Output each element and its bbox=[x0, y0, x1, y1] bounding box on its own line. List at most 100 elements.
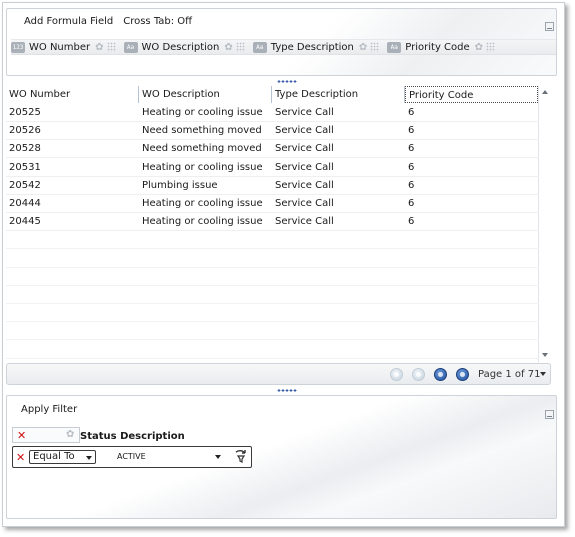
field-chip-type-description[interactable]: Aa Type Description ✿ bbox=[252, 40, 384, 54]
field-chip-label: Priority Code bbox=[405, 41, 470, 53]
table-cell: 20526 bbox=[9, 125, 41, 137]
table-cell: Heating or cooling issue bbox=[142, 161, 263, 173]
table-cell: Service Call bbox=[275, 216, 334, 228]
splitter-handle-top[interactable] bbox=[277, 80, 297, 83]
table-row[interactable]: 20531 Heating or cooling issue Service Cal… bbox=[6, 159, 539, 177]
first-page-icon[interactable] bbox=[390, 368, 403, 381]
table-cell: 6 bbox=[408, 125, 415, 137]
text-type-icon: Aa bbox=[123, 41, 138, 53]
pager-bar: Page 1 of 71 bbox=[6, 363, 551, 385]
table-cell: 20531 bbox=[9, 161, 41, 173]
field-chip-wo-number[interactable]: 123 WO Number ✿ bbox=[11, 40, 120, 54]
table-cell: 20542 bbox=[9, 179, 41, 191]
table-cell: 6 bbox=[408, 143, 415, 155]
drag-handle-icon[interactable] bbox=[235, 42, 245, 52]
table-row[interactable]: 20444 Heating or cooling issue Service Cal… bbox=[6, 195, 539, 213]
table-cell: Heating or cooling issue bbox=[142, 216, 263, 228]
table-cell: Service Call bbox=[275, 179, 334, 191]
grid-header: WO Number WO Description Type Descriptio… bbox=[6, 86, 539, 103]
empty-row bbox=[6, 322, 539, 341]
scroll-up-arrow-icon[interactable] bbox=[542, 90, 548, 94]
drag-handle-icon[interactable] bbox=[486, 42, 496, 52]
empty-row bbox=[6, 286, 539, 304]
gear-icon[interactable]: ✿ bbox=[224, 42, 232, 53]
gear-icon[interactable]: ✿ bbox=[95, 42, 103, 53]
table-cell: 20444 bbox=[9, 198, 41, 209]
cross-tab-toggle[interactable]: Cross Tab: Off bbox=[123, 16, 192, 27]
operator-value: Equal To bbox=[33, 451, 75, 462]
fields-panel: Add Formula Field Cross Tab: Off 123 WO … bbox=[6, 8, 557, 76]
table-cell: 6 bbox=[408, 179, 415, 191]
table-cell: Need something moved bbox=[142, 143, 262, 155]
previous-page-icon[interactable] bbox=[412, 368, 425, 381]
scroll-down-arrow-icon[interactable] bbox=[542, 353, 548, 357]
chevron-down-icon[interactable] bbox=[540, 372, 546, 376]
remove-condition-icon[interactable]: ✕ bbox=[16, 452, 25, 463]
next-page-icon[interactable] bbox=[434, 368, 447, 381]
filter-panel: Apply Filter ✕ ✿ Status Description ✕ Eq… bbox=[6, 395, 557, 519]
gear-icon[interactable]: ✿ bbox=[66, 429, 74, 440]
collapse-fields-icon[interactable] bbox=[545, 22, 554, 31]
table-cell: Service Call bbox=[275, 143, 334, 155]
field-chip-wo-description[interactable]: Aa WO Description ✿ bbox=[123, 40, 249, 54]
table-row[interactable]: 20526 Need something moved Service Call 6 bbox=[6, 122, 539, 141]
chevron-down-icon bbox=[86, 456, 92, 460]
empty-row bbox=[6, 304, 539, 323]
filter-field-slot[interactable]: ✕ ✿ bbox=[12, 427, 80, 443]
table-row[interactable]: 20528 Need something moved Service Call 6 bbox=[6, 140, 539, 159]
value-select[interactable]: ACTIVE bbox=[109, 450, 227, 464]
empty-row bbox=[6, 231, 539, 250]
table-row[interactable]: 20445 Heating or cooling issue Service Cal… bbox=[6, 213, 539, 232]
empty-row bbox=[6, 268, 539, 286]
drag-handle-icon[interactable] bbox=[370, 42, 380, 52]
apply-filter-button[interactable]: Apply Filter bbox=[21, 404, 77, 415]
drag-handle-icon[interactable] bbox=[106, 42, 116, 52]
last-page-icon[interactable] bbox=[456, 368, 469, 381]
fields-toolbar: Add Formula Field Cross Tab: Off bbox=[24, 16, 192, 27]
column-header-wo-number[interactable]: WO Number bbox=[6, 86, 139, 103]
table-cell: Heating or cooling issue bbox=[142, 198, 263, 209]
add-formula-field-button[interactable]: Add Formula Field bbox=[24, 16, 113, 27]
text-type-icon: Aa bbox=[252, 41, 267, 53]
table-row[interactable]: 20525 Heating or cooling issue Service Cal… bbox=[6, 104, 539, 122]
table-cell: 6 bbox=[408, 161, 415, 173]
gear-icon[interactable]: ✿ bbox=[359, 42, 367, 53]
text-type-icon: Aa bbox=[387, 41, 402, 53]
field-chip-priority-code[interactable]: Aa Priority Code ✿ bbox=[387, 40, 499, 54]
chevron-down-icon bbox=[215, 455, 221, 459]
column-header-type-description[interactable]: Type Description bbox=[272, 86, 405, 103]
table-cell: Plumbing issue bbox=[142, 179, 218, 191]
collapse-filter-icon[interactable] bbox=[545, 410, 554, 419]
field-chip-label: Type Description bbox=[270, 41, 354, 53]
field-chip-row: 123 WO Number ✿ Aa WO Description ✿ Aa T… bbox=[11, 39, 556, 55]
empty-row bbox=[6, 250, 539, 268]
filter-condition: ✕ Equal To ACTIVE bbox=[12, 446, 252, 468]
table-cell: 6 bbox=[408, 107, 415, 118]
filter-value: ACTIVE bbox=[117, 452, 146, 461]
table-cell: 20528 bbox=[9, 143, 41, 155]
gear-icon[interactable]: ✿ bbox=[475, 42, 483, 53]
table-cell: 6 bbox=[408, 198, 415, 209]
table-cell: 6 bbox=[408, 216, 415, 228]
table-cell: Service Call bbox=[275, 161, 334, 173]
table-cell: Heating or cooling issue bbox=[142, 107, 263, 118]
table-cell: 20525 bbox=[9, 107, 41, 118]
field-chip-label: WO Description bbox=[141, 41, 220, 53]
data-grid: WO Number WO Description Type Descriptio… bbox=[6, 86, 539, 362]
vertical-scrollbar[interactable] bbox=[540, 86, 551, 361]
empty-row bbox=[6, 341, 539, 359]
column-header-priority-code[interactable]: Priority Code bbox=[405, 86, 538, 103]
table-cell: Need something moved bbox=[142, 125, 262, 137]
table-cell: Service Call bbox=[275, 198, 334, 209]
numeric-type-icon: 123 bbox=[11, 41, 25, 53]
operator-select[interactable]: Equal To bbox=[29, 450, 96, 464]
column-header-wo-description[interactable]: WO Description bbox=[139, 86, 272, 103]
table-cell: Service Call bbox=[275, 125, 334, 137]
apply-filter-icon[interactable] bbox=[233, 448, 249, 464]
filter-field-label: Status Description bbox=[80, 431, 185, 442]
splitter-handle-bottom[interactable] bbox=[277, 389, 297, 392]
page-indicator[interactable]: Page 1 of 71 bbox=[478, 369, 540, 380]
table-cell: Service Call bbox=[275, 107, 334, 118]
table-row[interactable]: 20542 Plumbing issue Service Call 6 bbox=[6, 177, 539, 195]
remove-field-icon[interactable]: ✕ bbox=[17, 430, 26, 441]
